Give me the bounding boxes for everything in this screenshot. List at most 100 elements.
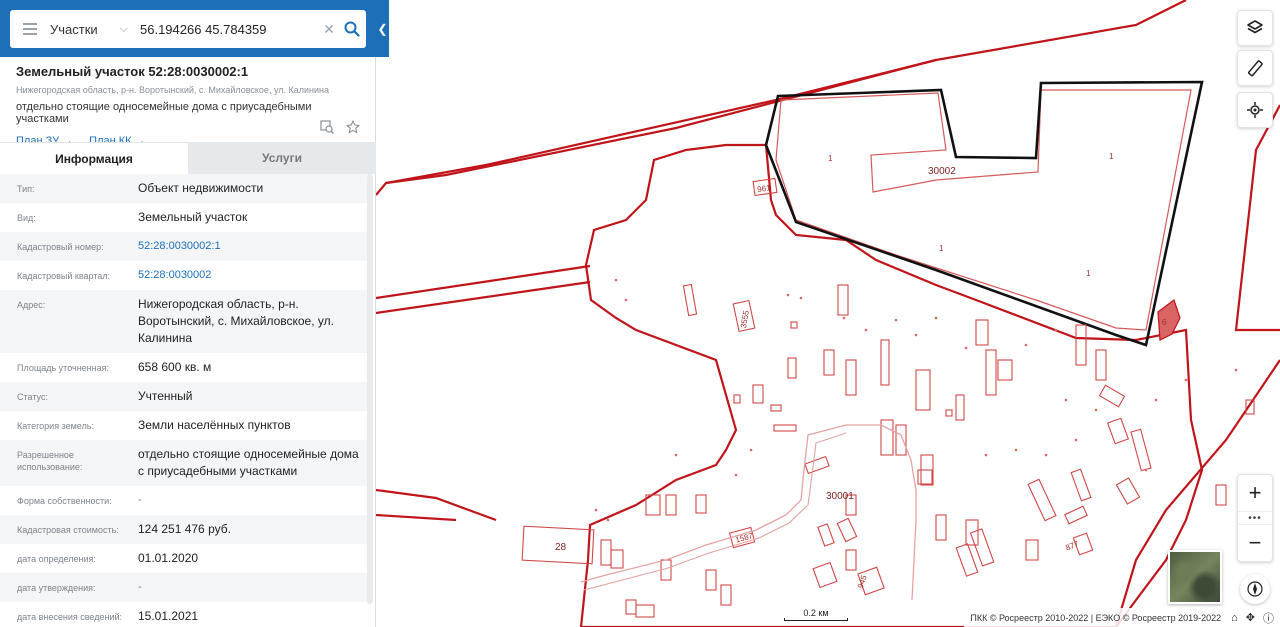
river-edge-right (1234, 104, 1280, 332)
info-row: Площадь уточненная: 658 600 кв. м (0, 353, 367, 382)
zoom-in-button[interactable]: + (1238, 475, 1272, 511)
cadastral-number-link[interactable]: 52:28:0030002:1 (138, 238, 363, 255)
scale-label: 0.2 км (803, 608, 829, 618)
map-layer: 30002 30001 961 3555 28 1587 877 945 6 1… (376, 0, 1280, 627)
village-road (580, 424, 917, 601)
home-icon[interactable]: ⌂ (1231, 612, 1238, 624)
info-row: Вид: Земельный участок (0, 203, 367, 232)
info-table: Тип: Объект недвижимости Вид: Земельный уч… (0, 174, 367, 627)
map-attribution: ПКК © Росреестр 2010-2022 | ЕЭКО © Росре… (964, 608, 1280, 627)
info-row: Кадастровый номер: 52:28:0030002:1 (0, 232, 367, 261)
object-use: отдельно стоящие односемейные дома с при… (16, 101, 312, 125)
object-title: Земельный участок 52:28:0030002:1 (16, 64, 249, 79)
ruler-icon (1247, 60, 1263, 77)
search-box: Участки ⌵ ✕ (10, 10, 366, 48)
chevron-down-icon: ⌵ (119, 22, 128, 35)
menu-icon[interactable] (10, 23, 50, 35)
info-value: отдельно стоящие односемейные дома с при… (138, 447, 359, 478)
info-value: Нижегородская область, р-н. Воротынский,… (138, 297, 334, 345)
info-row: Статус: Учтенный (0, 382, 367, 411)
info-key: Вид: (17, 213, 36, 223)
road-boundary-left-upper (376, 264, 591, 300)
zoom-to-object-icon[interactable] (320, 120, 334, 134)
info-value: - (138, 581, 142, 593)
label-parcel-3555: 3555 (739, 309, 751, 329)
road-boundary-top-inner (385, 58, 937, 185)
zoom-out-button[interactable]: − (1238, 525, 1272, 561)
label-parcel-961: 961 (757, 183, 772, 194)
label-parcel-945: 945 (856, 573, 869, 589)
compass-button[interactable] (1240, 574, 1270, 604)
info-value: 658 600 кв. м (138, 360, 212, 374)
selected-parcel-outline (764, 80, 1204, 347)
info-value: 01.01.2020 (138, 551, 199, 565)
info-row: Тип: Объект недвижимости (0, 174, 367, 203)
collapse-sidebar-button[interactable]: ❮ (376, 0, 389, 57)
info-icon[interactable]: ⓘ (1263, 610, 1274, 626)
road-boundary-left-lower (376, 280, 591, 315)
info-value: - (138, 494, 142, 506)
map-scale: 0.2 км (784, 608, 848, 622)
road-bottom-left (376, 513, 457, 522)
chevron-left-icon: ❮ (377, 21, 388, 36)
village-boundary (579, 143, 1204, 627)
info-row: дата утверждения: - (0, 573, 367, 602)
label-parcel-6: 6 (1162, 318, 1167, 327)
info-key: дата утверждения: (17, 583, 96, 593)
scale-bar (784, 618, 848, 621)
object-header: Земельный участок 52:28:0030002:1 Нижего… (16, 64, 366, 147)
info-key: Кадастровый квартал: (17, 271, 111, 281)
zoom-more-button[interactable]: ••• (1238, 511, 1272, 525)
info-key: Форма собственности: (17, 496, 112, 506)
label-quarter-30001: 30001 (826, 491, 854, 502)
road-boundary-top (376, 0, 1187, 196)
attribution-text: ПКК © Росреестр 2010-2022 | ЕЭКО © Росре… (970, 612, 1222, 623)
label-one-d: 1 (1086, 269, 1091, 278)
info-key: Тип: (17, 184, 35, 194)
info-key: Статус: (17, 392, 48, 402)
info-key: Разрешенное использование: (17, 450, 83, 472)
tab-information[interactable]: Информация (0, 142, 188, 174)
info-key: Кадастровый номер: (17, 242, 104, 252)
sidebar-scrollbar[interactable] (367, 174, 373, 604)
basemap-switch-thumbnail[interactable] (1168, 550, 1222, 604)
info-key: Адрес: (17, 300, 46, 310)
zoom-controls: + ••• − (1237, 474, 1273, 562)
favorite-star-icon[interactable] (346, 120, 360, 134)
search-input[interactable] (136, 14, 320, 44)
info-row: Кадастровый квартал: 52:28:0030002 (0, 261, 367, 290)
object-address: Нижегородская область, р-н. Воротынский,… (16, 85, 329, 95)
sidebar-panel: Участки ⌵ ✕ ❮ Земельный участок 52:28:00… (0, 0, 389, 627)
locate-button[interactable] (1237, 92, 1273, 128)
layers-icon (1247, 20, 1263, 34)
info-row: Кадастровая стоимость: 124 251 476 руб. (0, 515, 367, 544)
layers-button[interactable] (1237, 10, 1273, 46)
measure-button[interactable] (1237, 50, 1273, 86)
info-value: 15.01.2021 (138, 609, 199, 623)
info-tabs: Информация Услуги (0, 142, 376, 174)
info-row: Разрешенное использование: отдельно стоящ… (0, 440, 367, 486)
label-one-c: 1 (939, 244, 944, 253)
layer-select[interactable]: Участки ⌵ (50, 22, 136, 37)
move-icon[interactable]: ✥ (1246, 611, 1255, 624)
search-icon (344, 21, 360, 37)
info-key: Кадастровая стоимость: (17, 525, 119, 535)
info-row: Категория земель: Земли населённых пункто… (0, 411, 367, 440)
app-root: 30002 30001 961 3555 28 1587 877 945 6 1… (0, 0, 1280, 627)
cadastral-quarter-link[interactable]: 52:28:0030002 (138, 267, 363, 284)
compass-icon (1247, 581, 1263, 597)
map-canvas[interactable]: 30002 30001 961 3555 28 1587 877 945 6 1… (376, 0, 1280, 627)
info-value: Объект недвижимости (138, 181, 264, 195)
info-row: дата внесения сведений: 15.01.2021 (0, 602, 367, 627)
info-row: Адрес: Нижегородская область, р-н. Вороты… (0, 290, 367, 353)
search-button[interactable] (338, 21, 366, 37)
info-key: дата внесения сведений: (17, 612, 122, 622)
clear-search-icon[interactable]: ✕ (320, 21, 338, 38)
info-value: 124 251 476 руб. (138, 522, 231, 536)
tab-services[interactable]: Услуги (188, 142, 376, 174)
info-key: дата определения: (17, 554, 96, 564)
search-bar: Участки ⌵ ✕ ❮ (0, 0, 389, 57)
info-row: дата определения: 01.01.2020 (0, 544, 367, 573)
info-value: Земли населённых пунктов (138, 418, 291, 432)
info-value: Земельный участок (138, 210, 248, 224)
